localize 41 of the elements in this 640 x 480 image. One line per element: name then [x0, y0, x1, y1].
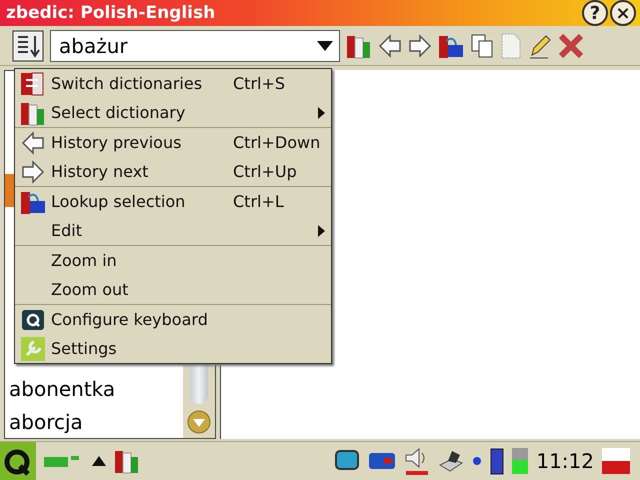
scroll-down-icon[interactable] — [187, 410, 211, 434]
flag-icon[interactable] — [602, 448, 630, 474]
menu-item[interactable]: Select dictionary — [15, 98, 331, 127]
speaker-icon[interactable] — [404, 446, 430, 476]
back-icon — [378, 34, 402, 58]
close-icon[interactable] — [558, 32, 584, 58]
menu-item[interactable]: History previous Ctrl+Down — [15, 128, 331, 157]
app-books-icon — [114, 448, 140, 474]
search-field[interactable]: abażur — [57, 32, 301, 58]
status-dot-icon — [472, 456, 482, 466]
pencil-icon[interactable] — [528, 32, 552, 58]
right-arrow-icon — [21, 160, 45, 184]
laptop-icon[interactable] — [438, 449, 464, 473]
clock: 11:12 — [536, 449, 594, 473]
menu-item[interactable]: Zoom in — [15, 246, 331, 275]
search-combo[interactable]: abażur — [50, 30, 340, 62]
battery-icon — [490, 447, 504, 475]
help-button[interactable]: ? — [582, 0, 608, 26]
close-button[interactable]: × — [610, 0, 636, 26]
signal-meter-icon — [512, 448, 528, 474]
forward-icon — [408, 34, 432, 58]
menu-item[interactable]: Switch dictionaries Ctrl+S — [15, 69, 331, 98]
copy-icon[interactable] — [470, 32, 494, 58]
switch-books-icon — [20, 70, 46, 96]
word-row[interactable]: aborcja — [5, 405, 183, 438]
left-arrow-icon — [21, 130, 45, 154]
q-logo-icon — [20, 308, 46, 330]
menu-item[interactable]: Configure keyboard — [15, 305, 331, 334]
menu-item[interactable]: Settings — [15, 334, 331, 363]
network-card-icon[interactable] — [368, 450, 396, 472]
dropdown-arrow-icon[interactable] — [317, 40, 333, 50]
menu-item[interactable]: Lookup selection Ctrl+L — [15, 187, 331, 216]
q-start-icon[interactable] — [0, 442, 36, 480]
wrench-icon — [20, 336, 46, 362]
up-triangle-icon[interactable] — [92, 456, 106, 466]
menu-item[interactable]: History next Ctrl+Up — [15, 157, 331, 186]
menu-item[interactable]: Edit — [15, 216, 331, 245]
list-icon[interactable] — [12, 30, 44, 62]
window-title: zbedic: Polish-English — [6, 3, 216, 23]
menu-item[interactable]: Zoom out — [15, 275, 331, 304]
word-row[interactable]: abonentka — [5, 372, 183, 405]
